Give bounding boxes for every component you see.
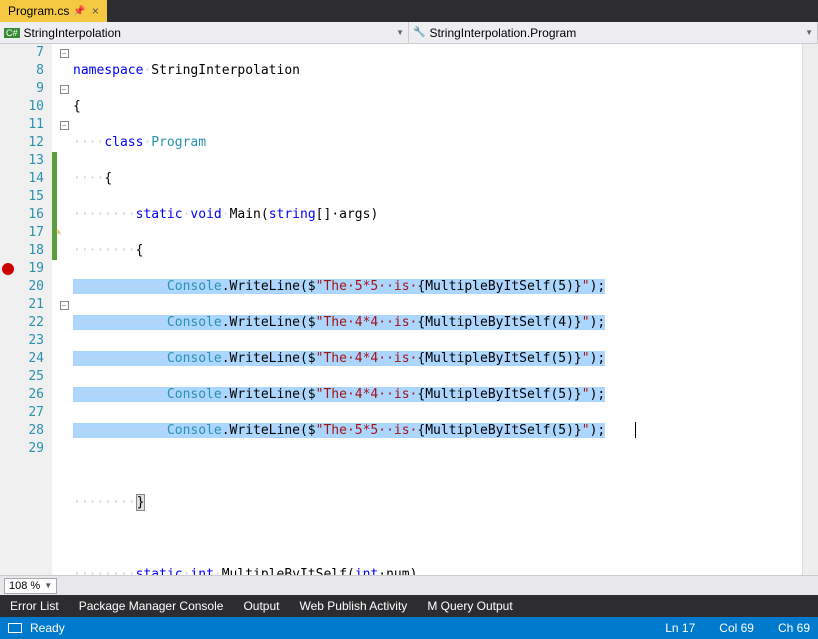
zoom-combo[interactable]: 108 % ▼ <box>4 578 57 594</box>
line-number: 22 <box>20 314 44 332</box>
zoom-value: 108 % <box>9 580 40 592</box>
fold-icon[interactable]: − <box>60 301 69 310</box>
status-ready: Ready <box>30 621 65 635</box>
chevron-down-icon: ▼ <box>396 28 404 37</box>
fold-icon[interactable]: − <box>60 85 69 94</box>
nav-bar: C# StringInterpolation ▼ 🔧 StringInterpo… <box>0 22 818 44</box>
bottom-panel-tabs: Error List Package Manager Console Outpu… <box>0 595 818 617</box>
file-tab[interactable]: Program.cs 📌 × <box>0 0 107 22</box>
fold-icon[interactable]: − <box>60 121 69 130</box>
member-combo[interactable]: 🔧 StringInterpolation.Program ▼ <box>409 22 818 43</box>
status-char: Ch 69 <box>778 621 810 635</box>
line-number: 28 <box>20 422 44 440</box>
fold-icon[interactable]: − <box>60 49 69 58</box>
line-number: 15 <box>20 188 44 206</box>
vertical-scrollbar[interactable] <box>802 44 818 575</box>
scope-combo[interactable]: C# StringInterpolation ▼ <box>0 22 409 43</box>
status-bar: Ready Ln 17 Col 69 Ch 69 <box>0 617 818 639</box>
line-number: 25 <box>20 368 44 386</box>
line-number: 10 <box>20 98 44 116</box>
line-number: 11 <box>20 116 44 134</box>
breakpoint-icon[interactable] <box>2 263 14 275</box>
line-number: 7 <box>20 44 44 62</box>
line-number: 26 <box>20 386 44 404</box>
line-number: 29 <box>20 440 44 458</box>
panel-tab-output[interactable]: Output <box>233 595 289 617</box>
wrench-icon: 🔧 <box>413 27 425 38</box>
line-number: 21 <box>20 296 44 314</box>
member-label: StringInterpolation.Program <box>429 26 576 40</box>
line-number: 24 <box>20 350 44 368</box>
line-number: 9 <box>20 80 44 98</box>
edit-marker-icon: ✎ <box>55 224 61 242</box>
window-icon <box>8 623 22 633</box>
line-numbers: 7 8 9 10 11 12 13 14 15 16 17 18 19 20 2… <box>16 44 52 575</box>
line-number: 23 <box>20 332 44 350</box>
csharp-icon: C# <box>4 28 20 38</box>
line-number: 8 <box>20 62 44 80</box>
panel-tab-error-list[interactable]: Error List <box>0 595 69 617</box>
line-number: 17 <box>20 224 44 242</box>
chevron-down-icon: ▼ <box>44 581 52 590</box>
panel-tab-mquery[interactable]: M Query Output <box>417 595 522 617</box>
code-editor[interactable]: 7 8 9 10 11 12 13 14 15 16 17 18 19 20 2… <box>0 44 818 575</box>
line-number: 14 <box>20 170 44 188</box>
close-icon[interactable]: × <box>92 4 99 18</box>
scope-label: StringInterpolation <box>24 26 121 40</box>
zoom-bar: 108 % ▼ <box>0 575 818 595</box>
tab-bar: Program.cs 📌 × <box>0 0 818 22</box>
breakpoint-margin[interactable] <box>0 44 16 575</box>
line-number: 20 <box>20 278 44 296</box>
line-number: 12 <box>20 134 44 152</box>
tab-label: Program.cs <box>8 4 69 18</box>
line-number: 18 <box>20 242 44 260</box>
pin-icon[interactable]: 📌 <box>73 6 85 17</box>
panel-tab-web-publish[interactable]: Web Publish Activity <box>289 595 417 617</box>
chevron-down-icon: ▼ <box>805 28 813 37</box>
status-col: Col 69 <box>719 621 754 635</box>
line-number: 16 <box>20 206 44 224</box>
panel-tab-pmc[interactable]: Package Manager Console <box>69 595 234 617</box>
status-line: Ln 17 <box>665 621 695 635</box>
fold-column[interactable]: − − − ✎ − <box>57 44 71 575</box>
line-number: 19 <box>20 260 44 278</box>
text-cursor <box>635 422 636 438</box>
line-number: 13 <box>20 152 44 170</box>
code-text[interactable]: namespace·StringInterpolation { ····clas… <box>71 44 818 575</box>
line-number: 27 <box>20 404 44 422</box>
